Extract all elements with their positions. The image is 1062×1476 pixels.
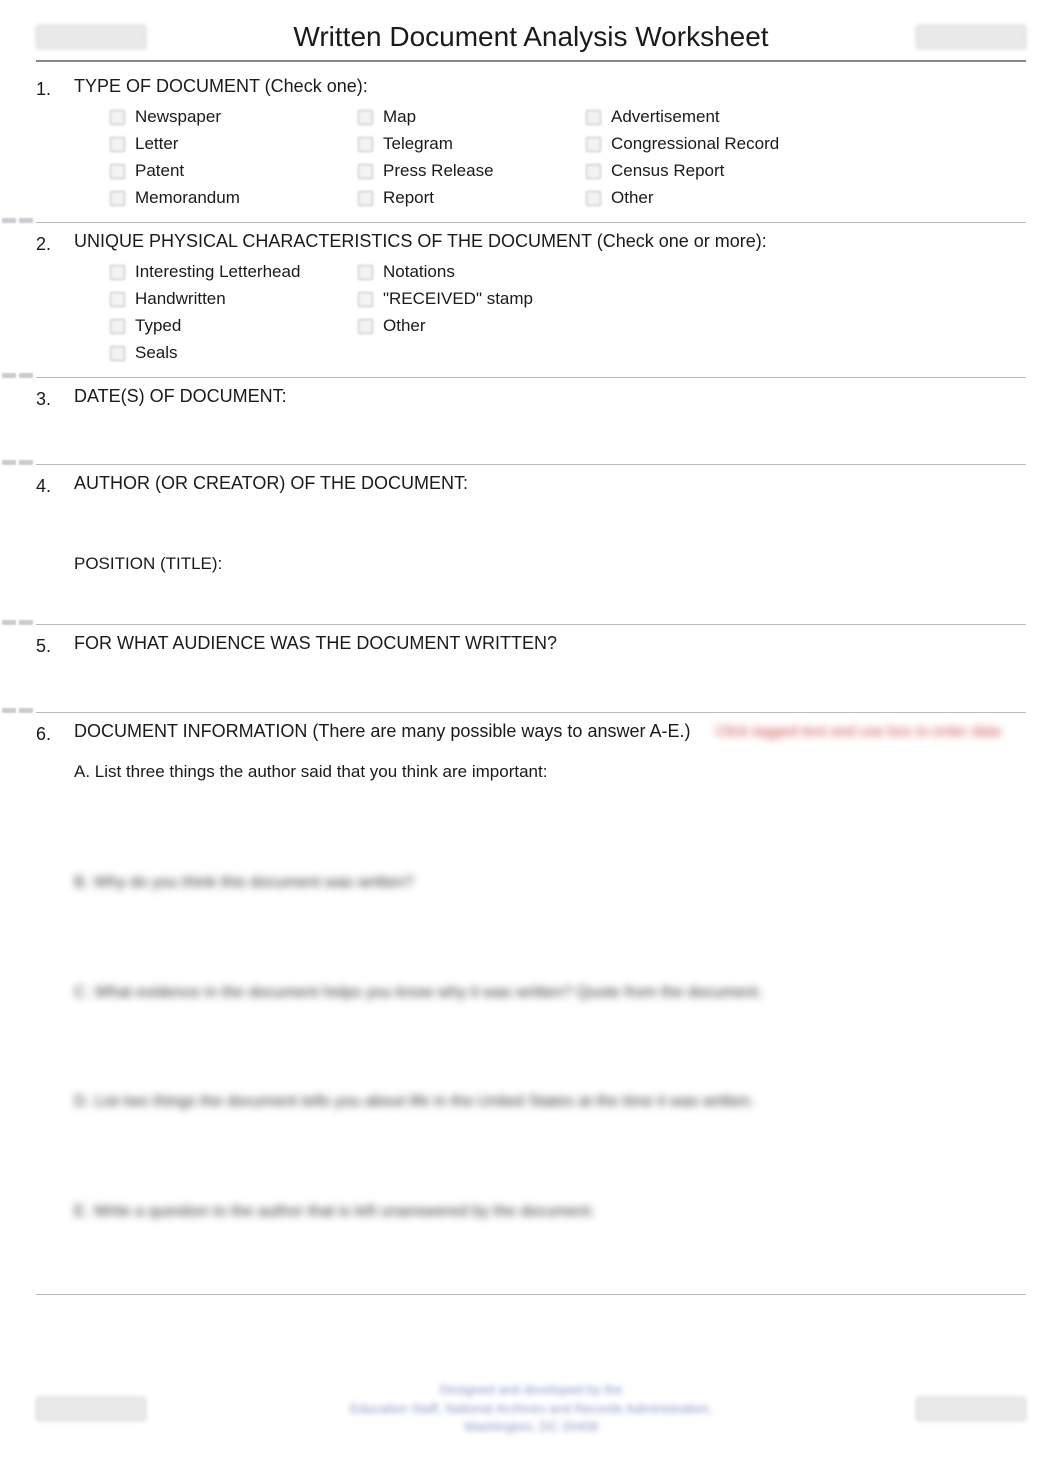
page-title: Written Document Analysis Worksheet [146, 18, 916, 56]
section-heading-text: DOCUMENT INFORMATION (There are many pos… [74, 721, 690, 741]
option-label: Map [383, 106, 416, 129]
footer-credit: Designed and developed by the Education … [146, 1381, 916, 1436]
checkbox-seals[interactable] [110, 346, 125, 361]
option-label: Memorandum [135, 187, 240, 210]
sub-question-e: E. Write a question to the author that i… [74, 1201, 1026, 1223]
option-label: Telegram [383, 133, 453, 156]
option-label: Interesting Letterhead [135, 261, 300, 284]
checkbox-letterhead[interactable] [110, 265, 125, 280]
checkbox-other-characteristic[interactable] [358, 319, 373, 334]
checkbox-other[interactable] [586, 191, 601, 206]
answer-area-position[interactable] [74, 576, 1026, 612]
option-label: Newspaper [135, 106, 221, 129]
checkbox-map[interactable] [358, 110, 373, 125]
section-physical-characteristics: 2. UNIQUE PHYSICAL CHARACTERISTICS OF TH… [36, 223, 1026, 378]
option-label: Notations [383, 261, 455, 284]
option-label: Seals [135, 342, 178, 365]
sub-question-a: A. List three things the author said tha… [74, 761, 1026, 784]
hint-text: Click tagged text and use box to enter d… [716, 722, 1001, 742]
option-label: Report [383, 187, 434, 210]
checkbox-congressional-record[interactable] [586, 137, 601, 152]
option-label: Other [383, 315, 426, 338]
answer-area-b[interactable] [74, 894, 1026, 954]
question-number: 2. [36, 229, 58, 256]
option-label: Advertisement [611, 106, 720, 129]
sub-question-d: D. List two things the document tells yo… [74, 1091, 1026, 1113]
checkbox-advertisement[interactable] [586, 110, 601, 125]
question-number: 1. [36, 74, 58, 101]
sub-question-b: B. Why do you think this document was wr… [74, 872, 1026, 894]
footer-prev-button[interactable] [36, 1397, 146, 1421]
section-type-of-document: 1. TYPE OF DOCUMENT (Check one): Newspap… [36, 68, 1026, 223]
answer-area-e[interactable] [74, 1222, 1026, 1282]
checkbox-telegram[interactable] [358, 137, 373, 152]
checkbox-letter[interactable] [110, 137, 125, 152]
nav-prev-button[interactable] [36, 25, 146, 49]
option-label: Handwritten [135, 288, 226, 311]
section-heading: DOCUMENT INFORMATION (There are many pos… [74, 719, 1026, 743]
option-label: Other [611, 187, 654, 210]
option-label: Typed [135, 315, 181, 338]
nav-next-button[interactable] [916, 25, 1026, 49]
header: Written Document Analysis Worksheet [36, 18, 1026, 62]
section-heading: FOR WHAT AUDIENCE WAS THE DOCUMENT WRITT… [74, 631, 1026, 655]
answer-area-c[interactable] [74, 1003, 1026, 1063]
section-heading: TYPE OF DOCUMENT (Check one): [74, 74, 1026, 98]
footer-next-button[interactable] [916, 1397, 1026, 1421]
footer-line: Designed and developed by the [146, 1381, 916, 1399]
checkbox-press-release[interactable] [358, 164, 373, 179]
checkbox-handwritten[interactable] [110, 292, 125, 307]
option-label: Patent [135, 160, 184, 183]
footer-line: Washington, DC 20408 [146, 1418, 916, 1436]
section-heading: AUTHOR (OR CREATOR) OF THE DOCUMENT: [74, 471, 1026, 495]
option-label: Congressional Record [611, 133, 779, 156]
section-document-information: 6. DOCUMENT INFORMATION (There are many … [36, 713, 1026, 1296]
sub-question-c: C. What evidence in the document helps y… [74, 982, 1026, 1004]
question-number: 5. [36, 631, 58, 658]
checkbox-report[interactable] [358, 191, 373, 206]
checkbox-patent[interactable] [110, 164, 125, 179]
section-heading: UNIQUE PHYSICAL CHARACTERISTICS OF THE D… [74, 229, 1026, 253]
checkbox-notations[interactable] [358, 265, 373, 280]
option-label: Letter [135, 133, 178, 156]
question-number: 4. [36, 471, 58, 498]
question-number: 3. [36, 384, 58, 411]
checkbox-typed[interactable] [110, 319, 125, 334]
footer-line: Education Staff, National Archives and R… [146, 1400, 916, 1418]
answer-area-d[interactable] [74, 1113, 1026, 1173]
answer-area-audience[interactable] [74, 664, 1026, 700]
section-heading: DATE(S) OF DOCUMENT: [74, 384, 1026, 408]
option-label: Census Report [611, 160, 724, 183]
checkbox-census-report[interactable] [586, 164, 601, 179]
answer-area-author[interactable] [74, 503, 1026, 539]
footer: Designed and developed by the Education … [36, 1375, 1026, 1436]
section-dates: 3. DATE(S) OF DOCUMENT: [36, 378, 1026, 465]
option-label: Press Release [383, 160, 494, 183]
option-label: "RECEIVED" stamp [383, 288, 533, 311]
answer-area-a[interactable] [74, 784, 1026, 844]
section-audience: 5. FOR WHAT AUDIENCE WAS THE DOCUMENT WR… [36, 625, 1026, 712]
checkbox-newspaper[interactable] [110, 110, 125, 125]
question-number: 6. [36, 719, 58, 746]
section-author: 4. AUTHOR (OR CREATOR) OF THE DOCUMENT: … [36, 465, 1026, 625]
section-subheading: POSITION (TITLE): [74, 553, 1026, 576]
answer-area-dates[interactable] [74, 416, 1026, 452]
checkbox-received-stamp[interactable] [358, 292, 373, 307]
checkbox-memorandum[interactable] [110, 191, 125, 206]
